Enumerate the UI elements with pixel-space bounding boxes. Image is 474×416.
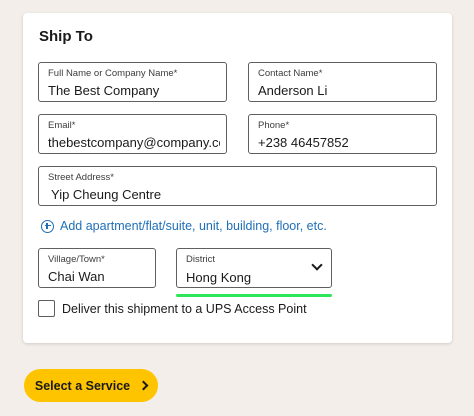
village-town-value: Chai Wan (48, 269, 105, 284)
email-label: Email* (48, 120, 76, 131)
full-name-field[interactable]: Full Name or Company Name* The Best Comp… (38, 62, 227, 102)
district-select[interactable]: District Hong Kong (176, 248, 332, 288)
phone-value: +238 46457852 (258, 135, 349, 150)
chevron-down-icon (311, 259, 323, 271)
access-point-label: Deliver this shipment to a UPS Access Po… (62, 301, 307, 316)
contact-name-field[interactable]: Contact Name* Anderson Li (248, 62, 437, 102)
contact-name-label: Contact Name* (258, 68, 323, 79)
full-name-value: The Best Company (48, 83, 160, 98)
select-service-label: Select a Service (34, 378, 131, 393)
village-town-label: Village/Town* (48, 254, 105, 265)
select-service-button[interactable]: Select a Service (24, 369, 158, 402)
street-address-field[interactable]: Street Address* Yip Cheung Centre (38, 166, 437, 206)
street-address-value: Yip Cheung Centre (51, 187, 162, 202)
access-point-option[interactable]: Deliver this shipment to a UPS Access Po… (38, 300, 307, 317)
add-apartment-link-text: Add apartment/flat/suite, unit, building… (60, 219, 327, 233)
email-value: thebestcompany@company.com (48, 135, 220, 150)
add-apartment-link[interactable]: Add apartment/flat/suite, unit, building… (41, 219, 327, 233)
email-field[interactable]: Email* thebestcompany@company.com (38, 114, 227, 154)
card-title: Ship To (39, 28, 93, 45)
district-value: Hong Kong (186, 270, 252, 285)
contact-name-value: Anderson Li (258, 83, 328, 98)
village-town-field[interactable]: Village/Town* Chai Wan (38, 248, 156, 288)
phone-label: Phone* (258, 120, 290, 131)
full-name-label: Full Name or Company Name* (48, 68, 178, 79)
plus-circle-icon (41, 219, 54, 233)
district-focus-indicator (176, 294, 332, 297)
chevron-right-icon (138, 380, 149, 391)
phone-field[interactable]: Phone* +238 46457852 (248, 114, 437, 154)
ship-to-card: Ship To Full Name or Company Name* The B… (23, 13, 452, 343)
access-point-checkbox[interactable] (38, 300, 55, 317)
district-label: District (186, 254, 216, 265)
street-address-label: Street Address* (48, 172, 115, 183)
